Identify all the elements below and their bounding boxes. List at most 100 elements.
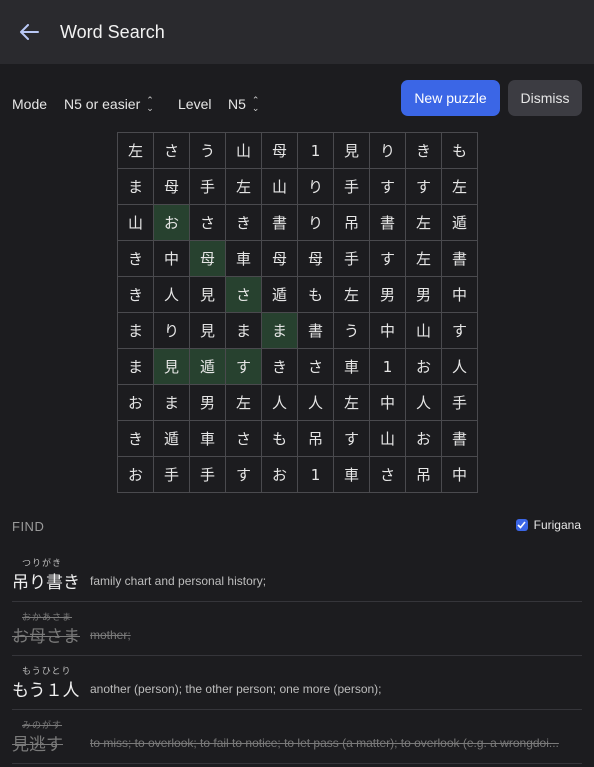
grid-cell[interactable]: お [118,385,153,420]
grid-cell[interactable]: 人 [442,349,477,384]
grid-cell[interactable]: 遁 [442,205,477,240]
grid-cell[interactable]: も [298,277,333,312]
grid-cell[interactable]: 山 [370,421,405,456]
grid-cell[interactable]: 左 [118,133,153,168]
grid-cell[interactable]: ま [118,313,153,348]
grid-cell[interactable]: 手 [154,457,189,492]
grid-cell[interactable]: 書 [370,205,405,240]
grid-cell[interactable]: 母 [154,169,189,204]
grid-cell[interactable]: さ [370,457,405,492]
grid-cell[interactable]: 母 [262,241,297,276]
grid-cell[interactable]: 男 [406,277,441,312]
grid-cell[interactable]: お [118,457,153,492]
grid-cell[interactable]: 中 [154,241,189,276]
grid-cell[interactable]: す [226,349,261,384]
grid-cell[interactable]: 左 [334,385,369,420]
grid-cell[interactable]: さ [226,277,261,312]
grid-cell[interactable]: お [406,421,441,456]
grid-cell[interactable]: 左 [442,169,477,204]
grid-cell[interactable]: 見 [154,349,189,384]
list-item[interactable]: つりがき 吊り書き family chart and personal hist… [12,548,582,602]
grid-cell[interactable]: す [370,169,405,204]
grid-cell[interactable]: 人 [262,385,297,420]
grid-cell[interactable]: 中 [442,457,477,492]
grid-cell[interactable]: 遁 [262,277,297,312]
grid-cell[interactable]: 車 [226,241,261,276]
list-item[interactable]: みのがす 見逃す to miss; to overlook; to fail t… [12,710,582,764]
grid-cell[interactable]: ま [118,349,153,384]
new-puzzle-button[interactable]: New puzzle [401,80,500,116]
mode-select[interactable]: N5 or easier ⌃ ⌄ [64,96,154,113]
grid-cell[interactable]: 遁 [154,421,189,456]
grid-cell[interactable]: 山 [226,133,261,168]
grid-cell[interactable]: 人 [298,385,333,420]
grid-cell[interactable]: 母 [190,241,225,276]
grid-cell[interactable]: す [406,169,441,204]
grid-cell[interactable]: 男 [190,385,225,420]
grid-cell[interactable]: 書 [442,421,477,456]
grid-cell[interactable]: す [370,241,405,276]
level-select[interactable]: N5 ⌃ ⌄ [228,96,259,113]
grid-cell[interactable]: す [334,421,369,456]
list-item[interactable]: もうひとり もう１人 another (person); the other p… [12,656,582,710]
dismiss-button[interactable]: Dismiss [508,80,582,116]
grid-cell[interactable]: 書 [298,313,333,348]
grid-cell[interactable]: 山 [262,169,297,204]
grid-cell[interactable]: 1 [370,349,405,384]
grid-cell[interactable]: お [406,349,441,384]
grid-cell[interactable]: さ [298,349,333,384]
grid-cell[interactable]: 山 [118,205,153,240]
grid-cell[interactable]: り [370,133,405,168]
list-item[interactable]: おかあさま お母さま mother; [12,602,582,656]
grid-cell[interactable]: う [190,133,225,168]
grid-cell[interactable]: ま [262,313,297,348]
grid-cell[interactable]: 男 [370,277,405,312]
grid-cell[interactable]: 車 [190,421,225,456]
grid-cell[interactable]: お [154,205,189,240]
grid-cell[interactable]: ま [154,385,189,420]
grid-cell[interactable]: 人 [154,277,189,312]
grid-cell[interactable]: 書 [442,241,477,276]
grid-cell[interactable]: も [262,421,297,456]
grid-cell[interactable]: 山 [406,313,441,348]
grid-cell[interactable]: 見 [190,277,225,312]
grid-cell[interactable]: 1 [298,133,333,168]
grid-cell[interactable]: 見 [334,133,369,168]
checkbox-checked-icon[interactable] [515,519,528,531]
grid-cell[interactable]: す [442,313,477,348]
grid-cell[interactable]: り [298,205,333,240]
grid-cell[interactable]: 手 [334,169,369,204]
grid-cell[interactable]: り [298,169,333,204]
grid-cell[interactable]: ま [118,169,153,204]
grid-cell[interactable]: 吊 [334,205,369,240]
grid-cell[interactable]: 遁 [190,349,225,384]
grid-cell[interactable]: き [226,205,261,240]
grid-cell[interactable]: き [118,277,153,312]
grid-cell[interactable]: さ [190,205,225,240]
grid-cell[interactable]: う [334,313,369,348]
grid-cell[interactable]: 書 [262,205,297,240]
grid-cell[interactable]: き [118,421,153,456]
grid-cell[interactable]: 吊 [298,421,333,456]
grid-cell[interactable]: き [406,133,441,168]
grid-cell[interactable]: 手 [442,385,477,420]
grid-cell[interactable]: 手 [190,457,225,492]
grid-cell[interactable]: き [262,349,297,384]
grid-cell[interactable]: 人 [406,385,441,420]
grid-cell[interactable]: 車 [334,457,369,492]
furigana-toggle[interactable]: Furigana [515,518,581,532]
grid-cell[interactable]: さ [154,133,189,168]
grid-cell[interactable]: す [226,457,261,492]
grid-cell[interactable]: 中 [370,313,405,348]
grid-cell[interactable]: 左 [406,205,441,240]
grid-cell[interactable]: 手 [190,169,225,204]
grid-cell[interactable]: 見 [190,313,225,348]
grid-cell[interactable]: 母 [298,241,333,276]
back-arrow-icon[interactable] [18,21,40,43]
grid-cell[interactable]: 左 [406,241,441,276]
grid-cell[interactable]: 左 [226,385,261,420]
grid-cell[interactable]: 中 [370,385,405,420]
grid-cell[interactable]: 左 [226,169,261,204]
grid-cell[interactable]: 吊 [406,457,441,492]
grid-cell[interactable]: も [442,133,477,168]
